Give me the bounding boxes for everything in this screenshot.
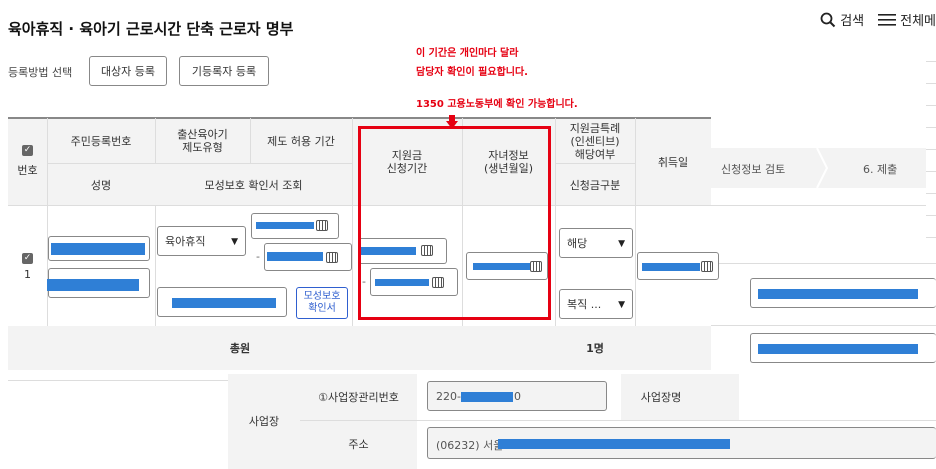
- name-input[interactable]: [47, 268, 150, 298]
- menu-button[interactable]: 전체메: [878, 10, 936, 29]
- workplace-label: 사업장: [248, 415, 280, 428]
- arrow-down-icon: [446, 115, 458, 129]
- highlight-box: [358, 126, 551, 320]
- header-allowed-period: 제도 허용 기간: [267, 134, 335, 148]
- header-special: 지원금특례 (인센티브) 해당여부: [569, 121, 621, 161]
- menu-label: 전체메: [900, 14, 936, 29]
- chevron-down-icon: ▼: [618, 300, 625, 310]
- header-maternity: 모성보호 확인서 조회: [204, 178, 303, 192]
- search-button[interactable]: 검색: [820, 10, 864, 29]
- leave-type-select[interactable]: 육아휴직 ▼: [157, 226, 246, 256]
- row-number: 1: [24, 267, 31, 281]
- rrn-input[interactable]: [48, 236, 150, 261]
- search-icon: [820, 12, 836, 27]
- step-submit: 6. 제출: [863, 163, 898, 176]
- special-value: 해당: [567, 237, 588, 250]
- right-input-1[interactable]: [750, 278, 936, 308]
- chevron-down-icon: ▼: [231, 237, 238, 247]
- mgmt-no-suffix: 0: [514, 390, 521, 403]
- check-icon: ✓: [22, 252, 33, 264]
- header-rrn: 주민등록번호: [70, 134, 132, 148]
- special-select[interactable]: 해당 ▼: [559, 228, 633, 258]
- header-number: 번호: [17, 163, 38, 177]
- address-prefix: (06232) 서울: [436, 439, 504, 452]
- search-label: 검색: [840, 14, 865, 29]
- mgmt-no-prefix: 220-: [436, 390, 461, 403]
- address-label: 주소: [348, 438, 369, 451]
- header-name: 성명: [90, 178, 112, 192]
- workplace-name-label: 사업장명: [640, 390, 682, 404]
- allowed-period-end-input[interactable]: [264, 243, 352, 271]
- top-nav: 검색 전체메: [820, 10, 936, 29]
- calendar-icon[interactable]: [701, 261, 713, 272]
- maternity-confirm-button[interactable]: 모성보호 확인서: [296, 287, 348, 319]
- header-leave-type: 출산육아기 제도유형: [177, 128, 228, 154]
- step-indicator: 신청정보 검토 6. 제출: [711, 148, 936, 188]
- target-register-button[interactable]: 대상자 등록: [89, 56, 167, 86]
- step-review: 신청정보 검토: [721, 163, 786, 176]
- mgmt-no-label: ①사업장관리번호: [318, 390, 399, 404]
- registration-label: 등록방법 선택: [8, 66, 73, 79]
- acquire-date-input[interactable]: [637, 252, 719, 280]
- note-line-2: 담당자 확인이 필요합니다.: [416, 67, 528, 78]
- leave-type-value: 육아휴직: [165, 235, 206, 248]
- step-chevron-icon: [816, 148, 829, 188]
- select-all-checkbox[interactable]: ✓: [8, 140, 47, 160]
- allowed-period-start-input[interactable]: [251, 213, 339, 239]
- right-input-2[interactable]: [750, 333, 936, 363]
- mgmt-no-input[interactable]: 220- 0: [427, 381, 607, 411]
- existing-register-button[interactable]: 기등록자 등록: [179, 56, 269, 86]
- total-value: 1명: [586, 341, 604, 355]
- check-icon: ✓: [22, 144, 33, 156]
- maternity-input[interactable]: [157, 287, 287, 317]
- header-acquire-date: 취득일: [657, 155, 689, 169]
- page-title: 육아휴직 · 육아기 근로시간 단축 근로자 명부: [8, 20, 294, 38]
- address-input[interactable]: (06232) 서울: [427, 427, 936, 459]
- hamburger-icon: [878, 13, 897, 26]
- row-checkbox[interactable]: ✓: [8, 250, 47, 266]
- total-label: 총원: [229, 341, 251, 355]
- note-line-1: 이 기간은 개인마다 달라: [416, 48, 519, 59]
- calendar-icon[interactable]: [326, 252, 338, 263]
- header-apply-type: 신청금구분: [569, 178, 621, 192]
- note-line-3: 1350 고용노동부에 확인 가능합니다.: [416, 99, 578, 110]
- apply-type-select[interactable]: 복직 ... ▼: [559, 289, 633, 319]
- calendar-icon[interactable]: [316, 220, 328, 231]
- apply-type-value: 복직 ...: [567, 298, 602, 311]
- chevron-down-icon: ▼: [618, 239, 625, 249]
